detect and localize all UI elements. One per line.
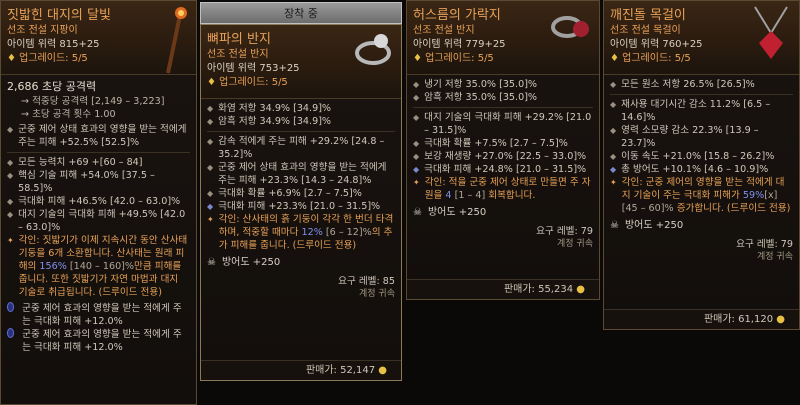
affix-row: ◆ 극대화 피해 +24.8% [21.0 – 31.5]%: [413, 164, 587, 175]
implicit-row: ◆ 모든 원소 저항 26.5% [26.5]%: [610, 79, 755, 90]
implicit-row: ◆ 군중 제어 상태 효과의 영향을 받는 적에게 주는 피해 +52.5% [5…: [7, 124, 187, 148]
skull-icon: ☠: [207, 257, 216, 268]
affix-row: ◆ 총 방어도 +10.1% [4.6 – 10.9]%: [610, 164, 769, 175]
affix-row: ◆ 극대화 확률 +6.9% [2.7 – 7.5]%: [207, 188, 362, 199]
aspect-row: ✦ 각인: 산사태의 흙 기둥이 각각 한 번더 타격하며, 적중할 때마다 12…: [207, 214, 394, 251]
aspect-row: ✦ 각인: 적을 군중 제어 상태로 만들면 주 자원을 4 [1 – 4] 회복…: [413, 177, 591, 201]
item-header: 뼈파의 반지 선조 전설 반지 아이템 위력 753+25 ♦ 업그레이드: 5…: [201, 25, 401, 99]
armor-row: ☠ 방어도 +250: [413, 207, 487, 218]
affix-row: ◆ 대지 기술의 극대화 피해 +49.5% [42.0 – 63.0]%: [7, 209, 186, 233]
item-card-ring-equipped: 뼈파의 반지 선조 전설 반지 아이템 위력 753+25 ♦ 업그레이드: 5…: [200, 24, 402, 381]
ring-icon: [351, 29, 395, 73]
skull-icon: ☠: [413, 207, 422, 218]
sell-price: 판매가: 52,147 ●: [201, 360, 401, 380]
dps-value: 2,686 초당 공격력: [7, 80, 97, 93]
staff-icon: [160, 5, 190, 79]
dps-line: → 적중당 공격력 [2,149 – 3,223]: [21, 96, 165, 107]
item-header: 깨진돌 목걸이 선조 전설 목걸이 아이템 위력 760+25 ♦ 업그레이드:…: [604, 1, 799, 75]
affix-row: ◆ 영력 소모량 감소 22.3% [13.9 – 23.7]%: [610, 125, 759, 149]
affix-row: ◆ 군중 제어 상태 효과의 영향을 받는 적에게 주는 피해 +23.3% [1…: [207, 162, 387, 186]
affix-row: ◆ 감속 적에게 주는 피해 +29.2% [24.8 – 35.2]%: [207, 136, 385, 160]
item-card-staff: 짓밟힌 대지의 달빛 선조 전설 지팡이 아이템 위력 815+25 ♦ 업그레…: [0, 0, 197, 405]
equipped-tab: 장착 중: [200, 2, 402, 24]
socket-row: 군중 제어 효과의 영향을 받는 적에게 주는 극대화 피해 +12.0%: [7, 302, 190, 328]
required-level: 요구 레벨: 85: [338, 276, 395, 287]
required-level: 요구 레벨: 79: [536, 226, 593, 237]
affix-row: ◆ 모든 능력치 +69 +[60 – 84]: [7, 157, 143, 168]
socket-row: 군중 제어 효과의 영향을 받는 적에게 주는 극대화 피해 +12.0%: [7, 328, 190, 354]
sell-price: 판매가: 55,234 ●: [407, 279, 599, 299]
implicit-row: ◆ 화염 저항 34.9% [34.9]%: [207, 103, 332, 114]
implicit-row: ◆ 암흑 저항 34.9% [34.9]%: [207, 116, 332, 127]
affix-row: ◆ 이동 속도 +21.0% [15.8 – 26.2]%: [610, 151, 775, 162]
item-upgrades: ♦ 업그레이드: 5/5: [413, 53, 494, 64]
affix-row: ◆ 대지 기술의 극대화 피해 +29.2% [21.0 – 31.5]%: [413, 112, 592, 136]
armor-row: ☠ 방어도 +250: [207, 257, 281, 268]
skull-icon: ☠: [610, 220, 619, 231]
gold-icon: ●: [776, 314, 785, 325]
ring-icon: [549, 5, 593, 49]
affix-row: ◆ 보강 재생량 +27.0% [22.5 – 33.0]%: [413, 151, 587, 162]
item-header: 짓밟힌 대지의 달빛 선조 전설 지팡이 아이템 위력 815+25 ♦ 업그레…: [1, 1, 196, 75]
dps-line: → 초당 공격 횟수 1.00: [21, 109, 116, 120]
gem-icon: [7, 302, 15, 312]
account-bound: 계정 귀속: [359, 289, 395, 299]
account-bound: 계정 귀속: [757, 252, 793, 262]
item-header: 허스름의 가락지 선조 전설 반지 아이템 위력 779+25 ♦ 업그레이드:…: [407, 1, 599, 75]
implicit-row: ◆ 암흑 저항 35.0% [35.0]%: [413, 92, 538, 103]
affix-row: ◆ 극대화 피해 +23.3% [21.0 – 31.5]%: [207, 201, 381, 212]
item-card-ring: 허스름의 가락지 선조 전설 반지 아이템 위력 779+25 ♦ 업그레이드:…: [406, 0, 600, 300]
item-card-amulet: 깨진돌 목걸이 선조 전설 목걸이 아이템 위력 760+25 ♦ 업그레이드:…: [603, 0, 800, 330]
sell-price: 판매가: 61,120 ●: [604, 309, 799, 329]
amulet-icon: [749, 5, 793, 65]
account-bound: 계정 귀속: [557, 239, 593, 249]
required-level: 요구 레벨: 79: [736, 239, 793, 250]
affix-row: ◆ 핵심 기술 피해 +54.0% [37.5 – 58.5]%: [7, 170, 155, 194]
item-upgrades: ♦ 업그레이드: 5/5: [207, 77, 288, 88]
armor-row: ☠ 방어도 +250: [610, 220, 684, 231]
aspect-row: ✦ 각인: 짓밟기가 이제 지속시간 동안 산사태 기둥을 6개 소환합니다. 산…: [7, 235, 188, 298]
gold-icon: ●: [576, 284, 585, 295]
affix-row: ◆ 재사용 대기시간 감소 11.2% [6.5 – 14.6]%: [610, 99, 771, 123]
gem-icon: [7, 328, 15, 338]
affix-row: ◆ 극대화 피해 +46.5% [42.0 – 63.0]%: [7, 196, 181, 207]
implicit-row: ◆ 냉기 저항 35.0% [35.0]%: [413, 79, 538, 90]
gold-icon: ●: [378, 365, 387, 376]
aspect-row: ✦ 각인: 군중 제어의 영향을 받는 적에게 대지 기술이 주는 극대화 피해가…: [610, 177, 791, 214]
affix-row: ◆ 극대화 확률 +7.5% [2.7 – 7.5]%: [413, 138, 568, 149]
